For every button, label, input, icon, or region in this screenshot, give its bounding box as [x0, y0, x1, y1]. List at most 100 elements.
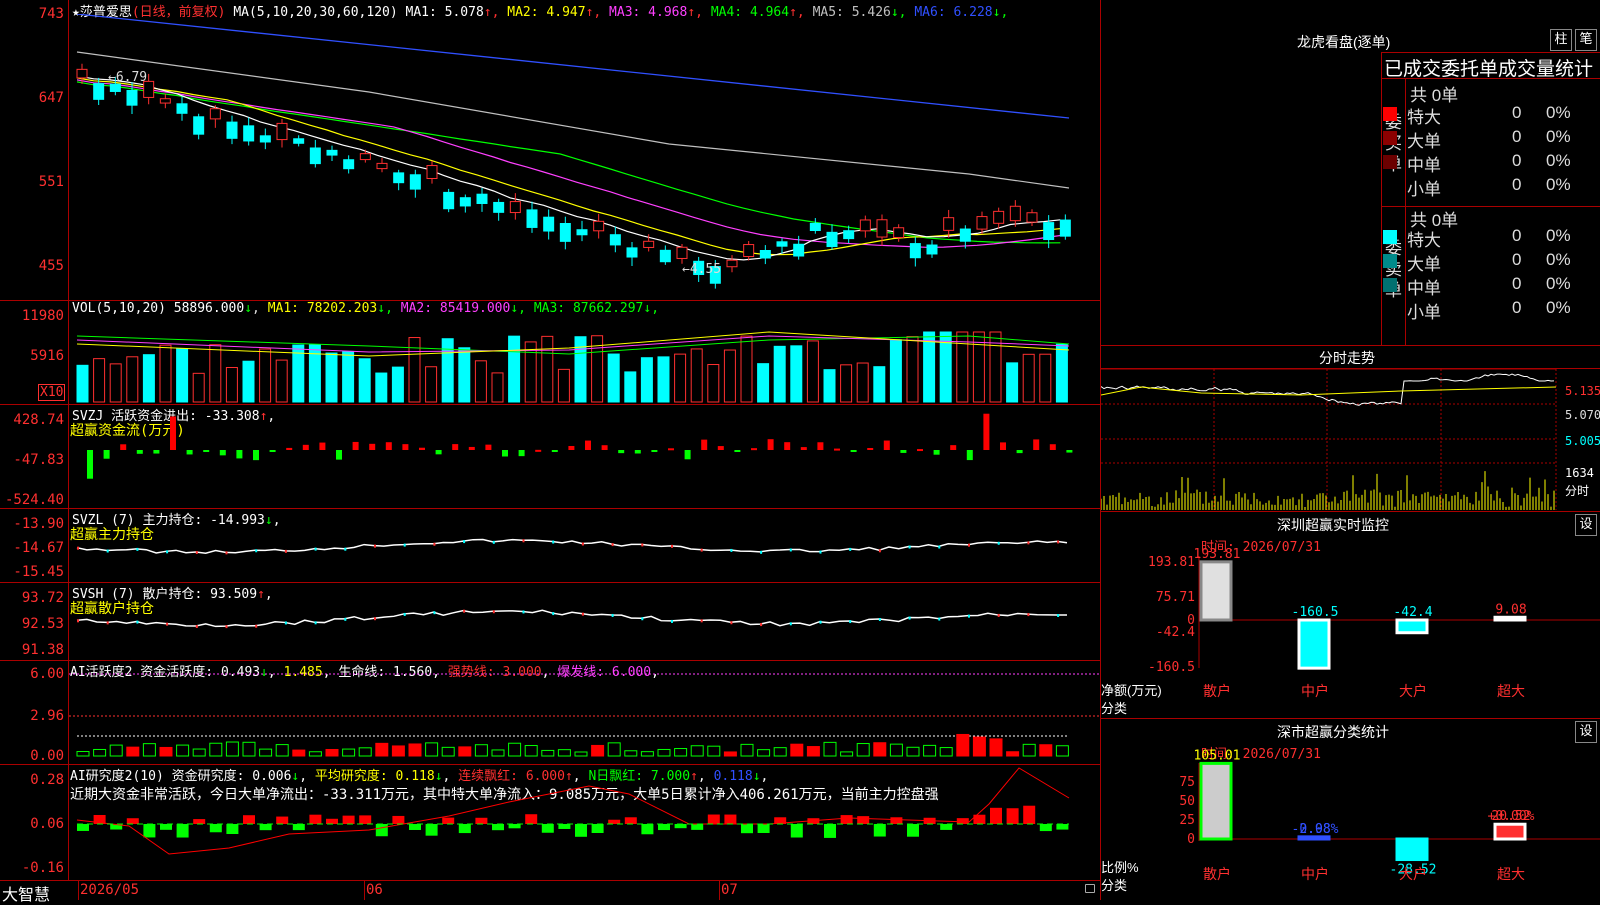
volume-bar — [740, 335, 753, 403]
indicator-dot — [997, 613, 1000, 617]
ma60-line — [76, 51, 1070, 189]
category-name: 散户 — [1203, 866, 1231, 883]
activity-bar — [740, 743, 754, 757]
volume-bar — [773, 345, 786, 403]
fund-flow-bar — [668, 448, 674, 451]
candle-body — [443, 191, 455, 210]
y-tick-label: 193.81 — [1148, 555, 1195, 570]
svsh-line[interactable] — [69, 582, 1099, 660]
candle-body — [509, 201, 521, 214]
research-bar — [741, 824, 753, 834]
volume-bar — [873, 366, 886, 403]
activity-bar — [1055, 745, 1069, 757]
high-price-marker: ←6.79 — [108, 70, 148, 85]
activity-bar — [408, 743, 422, 757]
svzl-line[interactable] — [69, 508, 1099, 582]
volume-bar — [856, 362, 869, 403]
activity-bar — [209, 742, 223, 757]
indicator-dot — [819, 620, 822, 624]
volume-bar — [624, 371, 637, 403]
volume-bar — [109, 363, 122, 403]
price-ytick-647: 647 — [38, 90, 64, 106]
fund-flow-bar — [800, 447, 807, 450]
candle-body — [559, 223, 571, 242]
intraday-ytick-high: 5.135 — [1565, 384, 1600, 398]
fund-flow-bar — [585, 440, 591, 450]
lock-icon[interactable] — [1085, 884, 1095, 893]
research-bar — [77, 824, 89, 831]
indicator-dot — [760, 550, 763, 554]
volume-bar — [325, 352, 338, 403]
fund-flow-bar — [734, 450, 741, 452]
indicator-dot — [77, 619, 79, 623]
y-tick-label: -42.4 — [1156, 625, 1195, 640]
indicator-dot — [284, 621, 287, 625]
volume-bar — [441, 338, 454, 403]
ai-research-bars[interactable] — [69, 764, 1099, 880]
ai-research-panel[interactable]: 0.28 0.06 -0.16 AI研究度2(10) 资金研究度: 0.006↓… — [0, 764, 1100, 881]
volume-bar — [906, 336, 919, 403]
fund-flow-bar — [701, 439, 708, 450]
buy-row-pct: 0% — [1546, 151, 1571, 170]
volume-chart[interactable] — [69, 314, 1099, 403]
candlestick-chart[interactable] — [69, 14, 1099, 299]
buy-row-name: 中单 — [1407, 156, 1441, 175]
fund-flow-bar — [352, 441, 359, 450]
fund-flow-bar — [435, 450, 442, 455]
vol-ytick-mid: 5916 — [30, 348, 64, 364]
indicator-dot — [166, 622, 169, 626]
fund-flow-bar — [286, 447, 293, 450]
candle-body — [1059, 219, 1071, 237]
fund-flow-bar — [253, 450, 259, 461]
svzj-bars[interactable] — [69, 404, 1099, 508]
ai-active-panel[interactable]: 6.00 2.96 0.00 AI活跃度2 资金活跃度: 0.493↓, 1.4… — [0, 660, 1100, 765]
volume-panel[interactable]: 11980 5916 X10 VOL(5,10,20) 58896.000↓, … — [0, 300, 1100, 405]
volume-bar — [76, 364, 89, 403]
candle-body — [159, 98, 171, 104]
buy-row-count: 0 — [1512, 175, 1522, 194]
buy-row-name: 特大 — [1407, 108, 1441, 127]
indicator-dot — [195, 550, 198, 554]
volume-bar — [690, 348, 703, 403]
activity-bar — [806, 746, 820, 757]
indicator-dot — [195, 625, 198, 629]
tick-mode-button[interactable]: 笔 — [1575, 29, 1597, 51]
x-label-may: 2026/05 — [80, 882, 140, 898]
svzj-panel[interactable]: 428.74 -47.83 -524.40 SVZJ 活跃资金进出: -33.3… — [0, 404, 1100, 509]
research-bar — [857, 816, 870, 824]
activity-bar — [956, 733, 970, 757]
candle-body — [459, 197, 471, 207]
activity-bar — [1006, 751, 1020, 757]
volume-bar — [956, 331, 969, 403]
ai-active-bars[interactable] — [69, 660, 1099, 764]
indicator-dot — [77, 546, 79, 550]
research-bar — [940, 824, 953, 830]
x-label-jul: 07 — [721, 882, 738, 898]
fund-flow-bar — [385, 442, 392, 450]
fund-flow-bar — [950, 445, 957, 450]
candle-body — [843, 230, 855, 240]
kline-panel[interactable]: 743 647 551 455 ★莎普爱思(日线，前复权) MA(5,10,20… — [0, 0, 1100, 301]
candle-body — [326, 149, 338, 156]
intraday-unit: 分时 — [1565, 484, 1590, 498]
sell-row-pct: 0% — [1546, 226, 1571, 245]
intraday-panel[interactable]: 分时走势 5.135 5.070 5.005 1634 分时 — [1101, 346, 1600, 512]
activity-bar — [325, 748, 339, 757]
intraday-avg-line — [1101, 386, 1557, 396]
candle-body — [1026, 212, 1038, 223]
volume-bar — [524, 341, 537, 403]
fund-flow-bar — [518, 450, 525, 457]
research-bar — [591, 824, 604, 834]
bar-mode-button[interactable]: 柱 — [1550, 29, 1572, 51]
svzj-ytick-low: -524.40 — [4, 492, 64, 508]
research-bar — [292, 824, 305, 831]
svzl-panel[interactable]: -13.90 -14.67 -15.45 SVZL (7) 主力持仓: -14.… — [0, 508, 1100, 583]
volume-bar — [126, 356, 139, 403]
svsh-panel[interactable]: 93.72 92.53 91.38 SVSH (7) 散户持仓: 93.509↑… — [0, 582, 1100, 661]
indicator-dot — [997, 541, 1000, 545]
fund-flow-bar — [568, 445, 575, 450]
candle-body — [609, 234, 621, 246]
volume-bar — [176, 348, 189, 403]
intraday-chart[interactable] — [1101, 369, 1600, 510]
activity-bar — [640, 751, 654, 757]
